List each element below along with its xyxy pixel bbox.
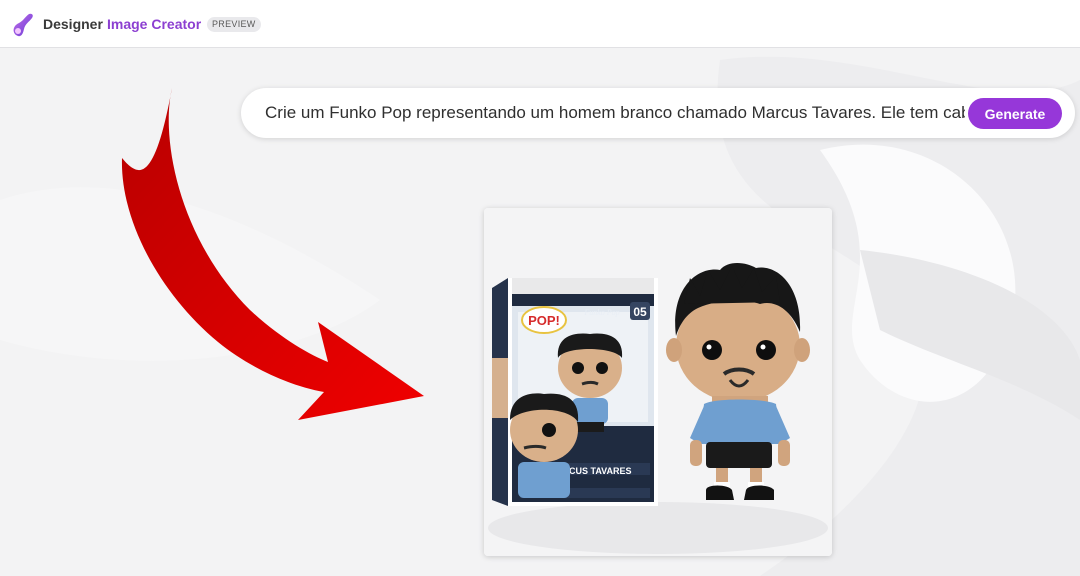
- red-arrow-annotation: [121, 88, 424, 420]
- generate-button[interactable]: Generate: [968, 98, 1062, 129]
- box-number: 05: [633, 305, 647, 319]
- pop-logo-text: POP!: [528, 313, 560, 328]
- funko-pop-image: POP! Funko Pop 05 MARCUS TAVARES: [484, 208, 832, 556]
- top-header: Designer Image Creator PREVIEW: [0, 0, 1080, 48]
- preview-badge: PREVIEW: [207, 17, 261, 32]
- product-name[interactable]: Image Creator: [107, 16, 201, 32]
- funko-box: POP! Funko Pop 05 MARCUS TAVARES: [492, 278, 658, 506]
- generated-image-card[interactable]: POP! Funko Pop 05 MARCUS TAVARES: [484, 208, 832, 556]
- designer-logo-icon[interactable]: [10, 12, 36, 38]
- app-name: Designer: [43, 16, 103, 32]
- box-brand-text: Funko Pop: [583, 308, 619, 317]
